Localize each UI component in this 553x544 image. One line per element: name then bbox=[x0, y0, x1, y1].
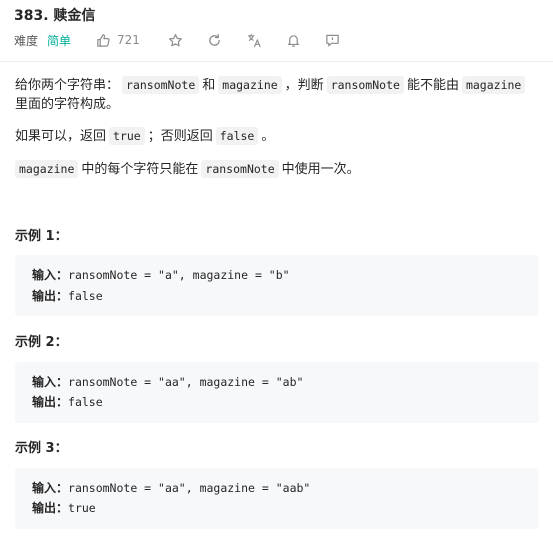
example-output: false bbox=[68, 395, 103, 409]
example-input: ransomNote = "aa", magazine = "ab" bbox=[68, 375, 304, 389]
example-2-box: 输入：ransomNote = "aa", magazine = "ab" 输出… bbox=[15, 362, 539, 423]
likes-count: 721 bbox=[117, 33, 140, 47]
example-1-box: 输入：ransomNote = "a", magazine = "b" 输出：f… bbox=[15, 255, 539, 316]
bell-icon[interactable] bbox=[286, 32, 302, 48]
desc-text: 。 bbox=[261, 129, 275, 144]
output-label: 输出： bbox=[32, 395, 69, 409]
comment-icon[interactable] bbox=[325, 32, 341, 48]
refresh-icon[interactable] bbox=[207, 32, 223, 48]
example-input-line: 输入：ransomNote = "aa", magazine = "ab" bbox=[32, 373, 303, 390]
inline-code: magazine bbox=[461, 76, 526, 94]
example-2-title: 示例 2： bbox=[15, 335, 68, 350]
example-3-title: 示例 3： bbox=[15, 441, 68, 456]
inline-code: true bbox=[109, 127, 145, 145]
example-input: ransomNote = "aa", magazine = "aab" bbox=[68, 481, 311, 495]
problem-meta-bar: 难度 简单 721 bbox=[14, 31, 341, 49]
example-output: true bbox=[68, 501, 96, 515]
inline-code: ransomNote bbox=[326, 76, 404, 94]
example-output: false bbox=[68, 289, 103, 303]
description-paragraph-2: 如果可以，返回 true ；否则返回 false。 bbox=[15, 125, 274, 148]
example-output-line: 输出：false bbox=[32, 287, 103, 304]
description-paragraph-3: magazine 中的每个字符只能在 ransomNote 中使用一次。 bbox=[12, 158, 360, 181]
input-label: 输入： bbox=[32, 481, 69, 495]
desc-text: 能不能由 bbox=[406, 78, 459, 93]
translate-icon[interactable] bbox=[247, 32, 263, 48]
difficulty-badge: 简单 bbox=[47, 33, 72, 48]
desc-text: ；否则返回 bbox=[147, 129, 213, 144]
example-input-line: 输入：ransomNote = "a", magazine = "b" bbox=[32, 266, 290, 283]
desc-text: ，判断 bbox=[284, 78, 324, 93]
problem-title: 383. 赎金信 bbox=[14, 8, 96, 24]
inline-code: ransomNote bbox=[201, 160, 279, 178]
input-label: 输入： bbox=[32, 268, 69, 282]
desc-text: 中的每个字符只能在 bbox=[81, 162, 199, 177]
example-output-line: 输出：true bbox=[32, 499, 96, 516]
description-paragraph-1-cont: 里面的字符构成。 bbox=[15, 94, 119, 116]
inline-code: magazine bbox=[218, 76, 282, 94]
inline-code: ransomNote bbox=[122, 76, 200, 94]
desc-text: 中使用一次。 bbox=[281, 162, 360, 177]
inline-code: magazine bbox=[15, 160, 79, 178]
header-divider bbox=[0, 61, 553, 62]
output-label: 输出： bbox=[32, 289, 69, 303]
desc-text: 和 bbox=[202, 78, 216, 93]
inline-code: false bbox=[215, 127, 259, 145]
input-label: 输入： bbox=[32, 375, 69, 389]
example-input: ransomNote = "a", magazine = "b" bbox=[68, 268, 290, 282]
example-input-line: 输入：ransomNote = "aa", magazine = "aab" bbox=[32, 479, 310, 496]
example-3-box: 输入：ransomNote = "aa", magazine = "aab" 输… bbox=[15, 468, 539, 529]
desc-text: 给你两个字符串： bbox=[15, 78, 120, 93]
example-1-title: 示例 1： bbox=[15, 229, 68, 244]
output-label: 输出： bbox=[32, 501, 69, 515]
star-icon[interactable] bbox=[168, 32, 184, 48]
example-output-line: 输出：false bbox=[32, 393, 103, 410]
difficulty-label: 难度 bbox=[14, 33, 39, 48]
thumbs-up-icon[interactable] bbox=[95, 32, 111, 48]
desc-text: 如果可以，返回 bbox=[15, 129, 107, 144]
desc-text: 里面的字符构成。 bbox=[15, 97, 120, 112]
